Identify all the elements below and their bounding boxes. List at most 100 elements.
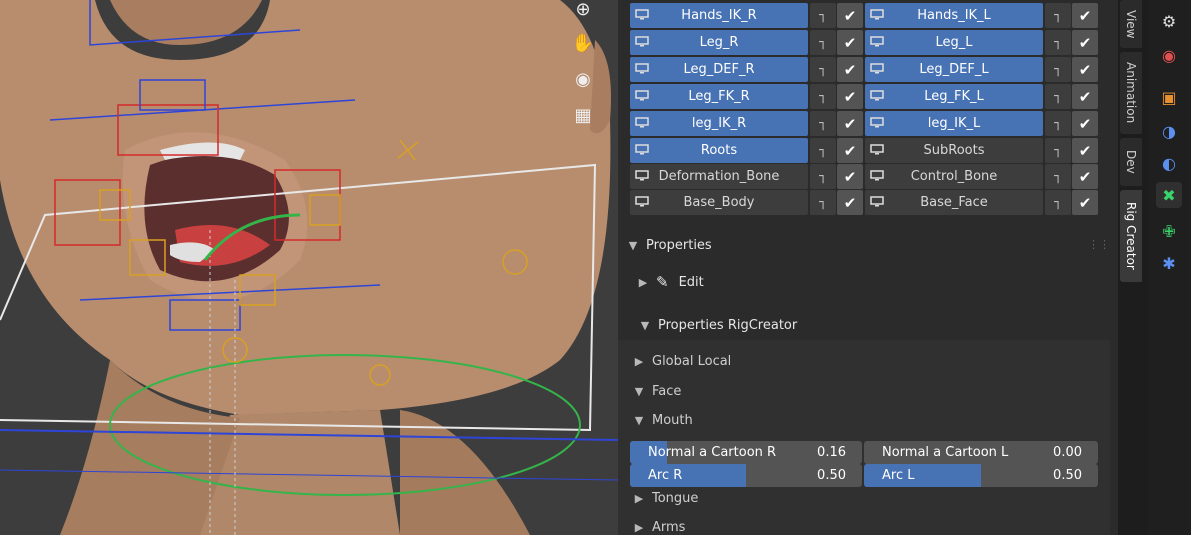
visibility-check-icon[interactable]: ✔ [837, 190, 863, 215]
visibility-check-icon[interactable]: ✔ [837, 111, 863, 136]
bone-collection-row: Base_Body ┐ ✔ Base_Face ┐ ✔ [630, 190, 1100, 216]
bone-collection-name[interactable]: Leg_FK_L [865, 84, 1043, 109]
pose-toggle-icon[interactable]: ┐ [1045, 190, 1071, 215]
pose-toggle-icon[interactable]: ┐ [1045, 3, 1071, 28]
monitor-icon[interactable] [635, 117, 649, 128]
monitor-icon[interactable] [870, 117, 884, 128]
rigcreator-header[interactable]: ▼ Properties RigCreator [638, 318, 797, 333]
bone-collection-name[interactable]: Leg_DEF_L [865, 57, 1043, 82]
visibility-check-icon[interactable]: ✔ [1072, 57, 1098, 82]
mouth-item[interactable]: ▼ Mouth [632, 413, 693, 428]
visibility-check-icon[interactable]: ✔ [837, 57, 863, 82]
visibility-check-icon[interactable]: ✔ [837, 138, 863, 163]
visibility-check-icon[interactable]: ✔ [837, 84, 863, 109]
pose-toggle-icon[interactable]: ┐ [1045, 138, 1071, 163]
bone-collection-name[interactable]: leg_IK_R [630, 111, 808, 136]
tab-animation[interactable]: Animation [1120, 52, 1142, 134]
pose-toggle-icon[interactable]: ┐ [1045, 84, 1071, 109]
tab-dev[interactable]: Dev [1120, 138, 1142, 186]
bone-collection-name[interactable]: Hands_IK_R [630, 3, 808, 28]
bone-collection-row: Deformation_Bone ┐ ✔ Control_Bone ┐ ✔ [630, 164, 1100, 190]
bone-icon[interactable]: ✙ [1156, 218, 1182, 244]
3d-viewport[interactable]: ⊕ ✋ ◉ ▦ [0, 0, 618, 535]
tool-icon[interactable]: ⚙ [1156, 8, 1182, 34]
tongue-item[interactable]: ▶ Tongue [632, 491, 699, 506]
bone-collection-label: Roots [700, 143, 738, 158]
monitor-icon[interactable] [870, 170, 884, 181]
pose-toggle-icon[interactable]: ┐ [810, 138, 836, 163]
bone-collection-name[interactable]: Leg_DEF_R [630, 57, 808, 82]
bone-collection-label: Leg_DEF_R [683, 62, 755, 77]
monitor-icon[interactable] [635, 9, 649, 20]
bone-collection-row: leg_IK_R ┐ ✔ leg_IK_L ┐ ✔ [630, 111, 1100, 137]
visibility-check-icon[interactable]: ✔ [1072, 111, 1098, 136]
monitor-icon[interactable] [635, 63, 649, 74]
camera-icon[interactable]: ◉ [568, 64, 598, 94]
pose-toggle-icon[interactable]: ┐ [810, 111, 836, 136]
slider-normal-cartoon-r[interactable]: Normal a Cartoon R 0.16 [630, 441, 862, 464]
visibility-check-icon[interactable]: ✔ [1072, 84, 1098, 109]
tab-rig-creator[interactable]: Rig Creator [1120, 190, 1142, 282]
monitor-icon[interactable] [870, 144, 884, 155]
bone-collection-name[interactable]: Control_Bone [865, 164, 1043, 189]
bone-collection-name[interactable]: Leg_FK_R [630, 84, 808, 109]
bone-collection-name[interactable]: Deformation_Bone [630, 164, 808, 189]
pose-toggle-icon[interactable]: ┐ [1045, 30, 1071, 55]
sidebar-tabs: View Animation Dev Rig Creator [1118, 0, 1142, 535]
bone-collection-name[interactable]: Roots [630, 138, 808, 163]
pose-toggle-icon[interactable]: ┐ [810, 57, 836, 82]
tab-view[interactable]: View [1120, 0, 1142, 48]
monitor-icon[interactable] [870, 90, 884, 101]
pose-toggle-icon[interactable]: ┐ [1045, 164, 1071, 189]
scene-icon[interactable]: ◉ [1156, 42, 1182, 68]
object-icon[interactable]: ▣ [1156, 84, 1182, 110]
monitor-icon[interactable] [870, 63, 884, 74]
monitor-icon[interactable] [635, 90, 649, 101]
pose-toggle-icon[interactable]: ┐ [810, 164, 836, 189]
pose-toggle-icon[interactable]: ┐ [810, 84, 836, 109]
bone-collection-name[interactable]: Hands_IK_L [865, 3, 1043, 28]
monitor-icon[interactable] [635, 170, 649, 181]
pose-toggle-icon[interactable]: ┐ [810, 3, 836, 28]
arms-item[interactable]: ▶ Arms [632, 520, 686, 535]
slider-arc-l[interactable]: Arc L 0.50 [864, 464, 1098, 487]
modifier-icon[interactable]: ◑ [1156, 118, 1182, 144]
slider-normal-cartoon-l[interactable]: Normal a Cartoon L 0.00 [864, 441, 1098, 464]
bone-collection-name[interactable]: SubRoots [865, 138, 1043, 163]
zoom-icon[interactable]: ⊕ [568, 0, 598, 24]
visibility-check-icon[interactable]: ✔ [837, 164, 863, 189]
slider-arc-r[interactable]: Arc R 0.50 [630, 464, 862, 487]
visibility-check-icon[interactable]: ✔ [837, 3, 863, 28]
visibility-check-icon[interactable]: ✔ [837, 30, 863, 55]
pose-toggle-icon[interactable]: ┐ [1045, 57, 1071, 82]
bone-collection-name[interactable]: Leg_L [865, 30, 1043, 55]
bone-collection-name[interactable]: Base_Body [630, 190, 808, 215]
visibility-check-icon[interactable]: ✔ [1072, 164, 1098, 189]
hand-pan-icon[interactable]: ✋ [568, 28, 598, 58]
monitor-icon[interactable] [870, 36, 884, 47]
pose-toggle-icon[interactable]: ┐ [1045, 111, 1071, 136]
monitor-icon[interactable] [635, 196, 649, 207]
pose-toggle-icon[interactable]: ┐ [810, 190, 836, 215]
visibility-check-icon[interactable]: ✔ [1072, 30, 1098, 55]
armature-icon[interactable]: ✖ [1156, 182, 1182, 208]
visibility-check-icon[interactable]: ✔ [1072, 190, 1098, 215]
pose-toggle-icon[interactable]: ┐ [810, 30, 836, 55]
monitor-icon[interactable] [870, 9, 884, 20]
monitor-icon[interactable] [635, 144, 649, 155]
bone-collection-name[interactable]: leg_IK_L [865, 111, 1043, 136]
bone-collection-name[interactable]: Base_Face [865, 190, 1043, 215]
drag-handle-icon[interactable]: ⋮⋮ [1088, 238, 1110, 251]
monitor-icon[interactable] [635, 36, 649, 47]
properties-header[interactable]: ▼ Properties [626, 238, 712, 253]
physics-icon[interactable]: ◐ [1156, 150, 1182, 176]
bone-constraint-icon[interactable]: ✱ [1156, 250, 1182, 276]
grid-icon[interactable]: ▦ [568, 100, 598, 130]
face-item[interactable]: ▼ Face [632, 384, 682, 399]
global-local-item[interactable]: ▶ Global Local [632, 354, 732, 369]
edit-subpanel[interactable]: ▶ ✎ Edit [636, 273, 704, 291]
bone-collection-name[interactable]: Leg_R [630, 30, 808, 55]
monitor-icon[interactable] [870, 196, 884, 207]
visibility-check-icon[interactable]: ✔ [1072, 138, 1098, 163]
visibility-check-icon[interactable]: ✔ [1072, 3, 1098, 28]
